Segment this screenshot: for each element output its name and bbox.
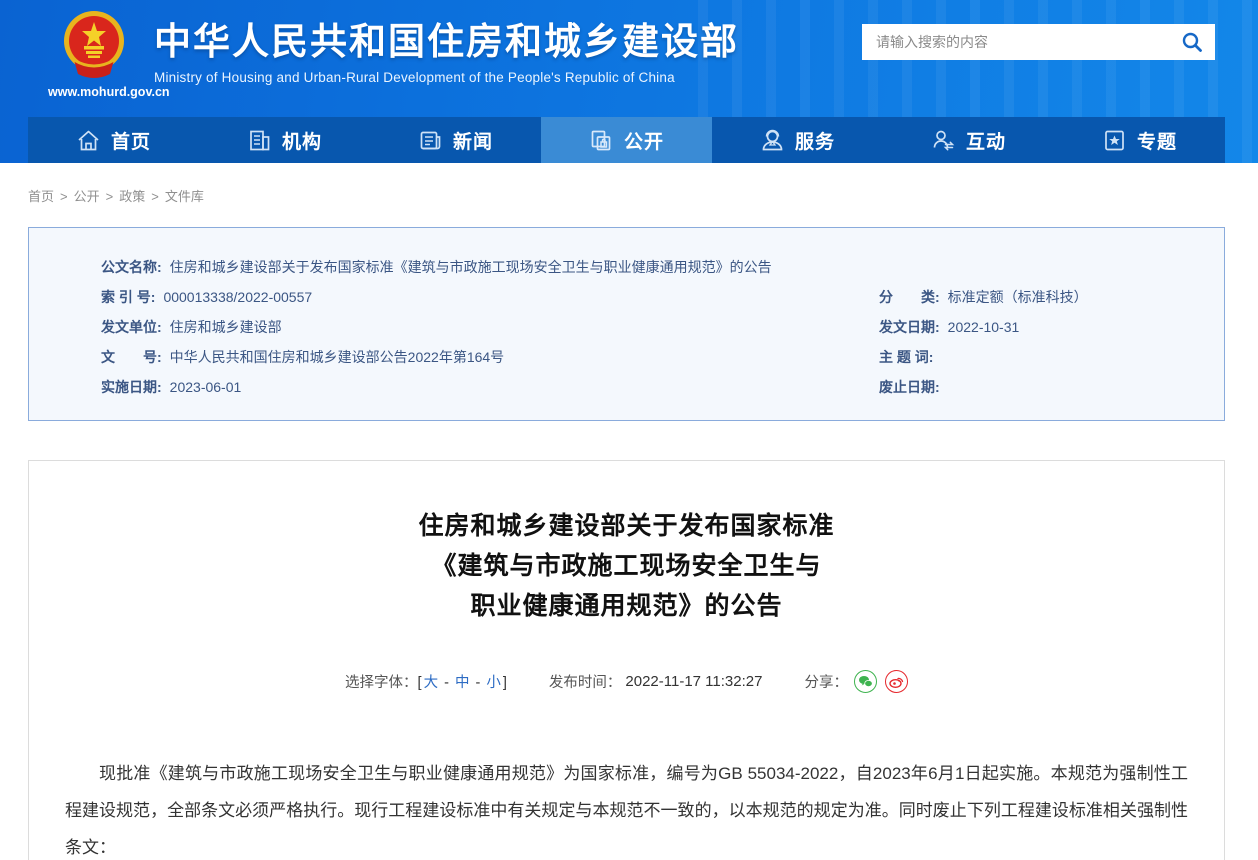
nav-item-topics[interactable]: 专题: [1054, 117, 1225, 163]
site-title-en: Ministry of Housing and Urban-Rural Deve…: [154, 70, 739, 85]
wechat-icon: [858, 675, 873, 688]
nav-label: 新闻: [453, 127, 493, 154]
nav-label: 服务: [795, 127, 835, 154]
doc-issue-date-row: 发文日期:2022-10-31: [879, 312, 1224, 342]
nav-item-news[interactable]: 新闻: [370, 117, 541, 163]
nav-item-org[interactable]: 机构: [199, 117, 370, 163]
nav-label: 专题: [1137, 127, 1177, 154]
doc-issuer-row: 发文单位:住房和城乡建设部: [101, 312, 879, 342]
org-building-icon: [247, 128, 272, 153]
doc-issuer-value: 住房和城乡建设部: [170, 319, 282, 335]
breadcrumb-disclosure[interactable]: 公开: [74, 189, 100, 204]
doc-number-value: 中华人民共和国住房和城乡建设部公告2022年第164号: [170, 349, 505, 365]
breadcrumb-home[interactable]: 首页: [28, 189, 54, 204]
doc-index-value: 000013338/2022-00557: [163, 289, 312, 305]
doc-category-value: 标准定额（标准科技）: [948, 289, 1088, 305]
doc-name-value: 住房和城乡建设部关于发布国家标准《建筑与市政施工现场安全卫生与职业健康通用规范》…: [170, 259, 772, 275]
publish-time: 发布时间： 2022-11-17 11:32:27: [549, 671, 763, 692]
search-button[interactable]: [1179, 29, 1205, 55]
doc-index-row: 索 引 号:000013338/2022-00557: [101, 282, 879, 312]
article-box: 住房和城乡建设部关于发布国家标准 《建筑与市政施工现场安全卫生与 职业健康通用规…: [28, 460, 1225, 860]
share-bar: 分享：: [804, 670, 908, 693]
doc-effective-date-row: 实施日期:2023-06-01: [101, 372, 879, 402]
nav-item-service[interactable]: 服务: [712, 117, 883, 163]
share-weibo-button[interactable]: [885, 670, 908, 693]
breadcrumb: 首页>公开>政策>文件库: [28, 186, 1225, 205]
nav-label: 互动: [966, 127, 1006, 154]
doc-subject-row: 主 题 词:: [879, 342, 1224, 372]
nav-label: 公开: [624, 127, 664, 154]
search-box[interactable]: [862, 24, 1215, 60]
site-url: www.mohurd.gov.cn: [48, 85, 140, 99]
nav-label: 机构: [282, 127, 322, 154]
public-disclosure-icon: [589, 128, 614, 153]
weibo-icon: [889, 675, 904, 688]
search-icon: [1181, 31, 1203, 53]
site-title-cn: 中华人民共和国住房和城乡建设部: [154, 20, 739, 64]
article-paragraph: 现批准《建筑与市政施工现场安全卫生与职业健康通用规范》为国家标准，编号为GB 5…: [65, 755, 1188, 860]
breadcrumb-current: 文件库: [165, 189, 204, 204]
home-icon: [76, 128, 101, 153]
service-person-icon: [760, 128, 785, 153]
doc-info-box: 公文名称: 住房和城乡建设部关于发布国家标准《建筑与市政施工现场安全卫生与职业健康…: [28, 227, 1225, 421]
national-emblem-icon: [60, 8, 128, 82]
publish-time-value: 2022-11-17 11:32:27: [625, 673, 762, 690]
breadcrumb-policy[interactable]: 政策: [119, 189, 145, 204]
interaction-icon: [931, 128, 956, 153]
article-body: 现批准《建筑与市政施工现场安全卫生与职业健康通用规范》为国家标准，编号为GB 5…: [65, 755, 1188, 860]
search-input[interactable]: [876, 34, 1179, 50]
site-brand[interactable]: www.mohurd.gov.cn 中华人民共和国住房和城乡建设部 Minist…: [48, 8, 739, 99]
doc-name-label: 公文名称:: [101, 259, 162, 275]
doc-issue-date-value: 2022-10-31: [948, 319, 1020, 335]
doc-repeal-date-row: 废止日期:: [879, 372, 1224, 402]
font-size-small[interactable]: 小: [486, 675, 501, 691]
nav-item-interact[interactable]: 互动: [883, 117, 1054, 163]
nav-item-home[interactable]: 首页: [28, 117, 199, 163]
article-meta-bar: 选择字体： [大 - 中 - 小] 发布时间： 2022-11-17 11:32…: [65, 670, 1188, 693]
doc-name-row: 公文名称: 住房和城乡建设部关于发布国家标准《建筑与市政施工现场安全卫生与职业健康…: [101, 252, 1224, 282]
doc-number-row: 文 号:中华人民共和国住房和城乡建设部公告2022年第164号: [101, 342, 879, 372]
doc-category-row: 分 类:标准定额（标准科技）: [879, 282, 1224, 312]
font-size-selector: 选择字体： [大 - 中 - 小]: [345, 671, 507, 692]
article-title: 住房和城乡建设部关于发布国家标准 《建筑与市政施工现场安全卫生与 职业健康通用规…: [65, 506, 1188, 626]
news-icon: [418, 128, 443, 153]
doc-effective-date-value: 2023-06-01: [170, 379, 242, 395]
share-wechat-button[interactable]: [854, 670, 877, 693]
main-nav: 首页 机构 新闻: [28, 117, 1225, 163]
nav-item-disclosure[interactable]: 公开: [541, 117, 712, 163]
topics-star-icon: [1102, 128, 1127, 153]
font-size-medium[interactable]: 中: [455, 675, 470, 691]
site-header: www.mohurd.gov.cn 中华人民共和国住房和城乡建设部 Minist…: [0, 0, 1258, 163]
font-size-large[interactable]: 大: [424, 675, 439, 691]
nav-label: 首页: [111, 127, 151, 154]
